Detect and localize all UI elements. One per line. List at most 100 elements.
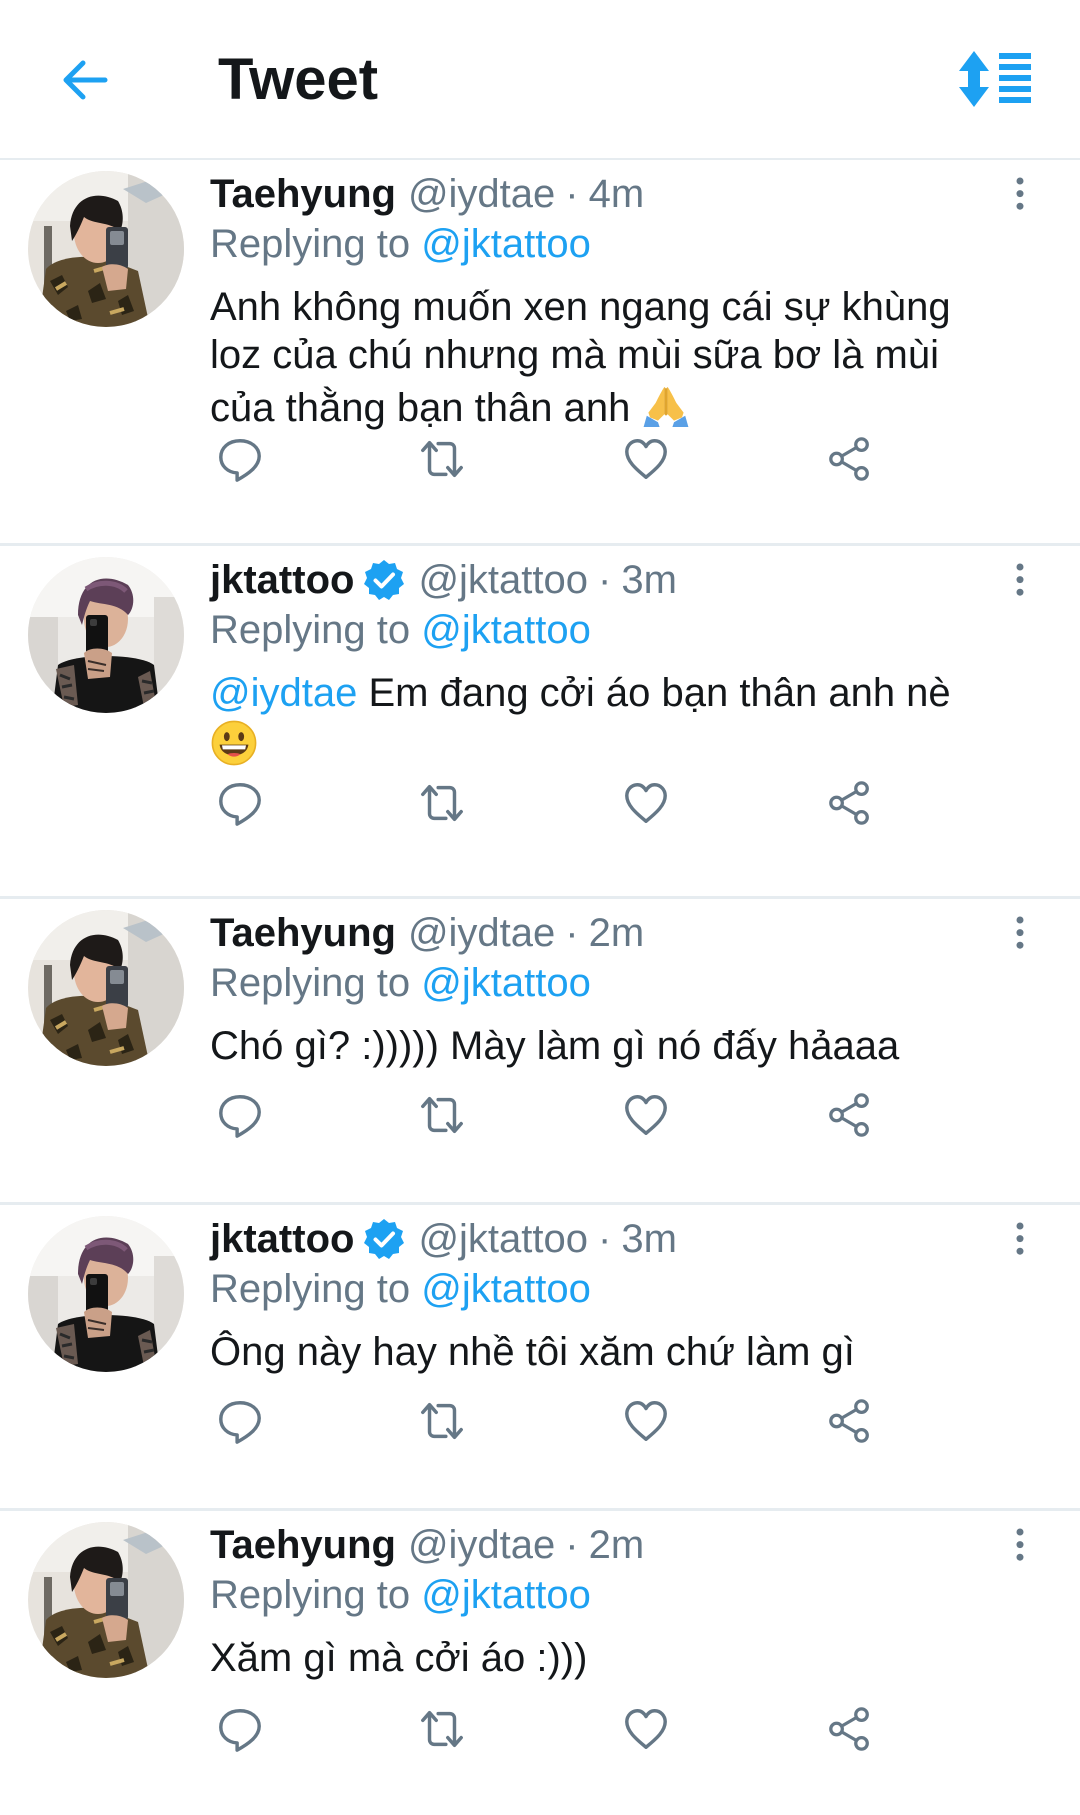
share-icon	[826, 779, 874, 827]
share-button[interactable]	[820, 773, 880, 833]
reply-button[interactable]	[210, 773, 270, 833]
like-button[interactable]	[616, 429, 676, 489]
tweet-meta: jktattoo @jktattoo · 3m	[210, 555, 990, 605]
grinning-face-emoji	[210, 719, 258, 767]
retweet-icon	[415, 779, 469, 827]
tweet-content: Taehyung @iydtae · 4m Replying to @jktat…	[210, 169, 990, 432]
share-button[interactable]	[820, 429, 880, 489]
user-handle[interactable]: @iydtae	[408, 169, 555, 219]
tweet[interactable]: Taehyung @iydtae · 4m Replying to @jktat…	[0, 160, 1080, 546]
tweet-content: Taehyung @iydtae · 2m Replying to @jktat…	[210, 1520, 990, 1682]
tweet[interactable]: jktattoo @jktattoo · 3m Replying to @jkt…	[0, 1205, 1080, 1511]
more-options-button[interactable]	[1000, 174, 1040, 244]
reply-thread: Taehyung @iydtae · 4m Replying to @jktat…	[0, 160, 1080, 1815]
share-icon	[826, 1091, 874, 1139]
tweet-text: @iydtae Em đang cởi áo bạn thân anh nè	[210, 669, 990, 772]
sort-order-button[interactable]	[950, 44, 1040, 114]
retweet-icon	[415, 435, 469, 483]
more-options-button[interactable]	[1000, 913, 1040, 983]
tweet-text-line: loz của chú nhưng mà mùi sữa bơ là mùi	[210, 333, 940, 377]
retweet-button[interactable]	[412, 1699, 472, 1759]
replying-to: Replying to @jktattoo	[210, 1570, 990, 1620]
avatar[interactable]	[28, 1522, 184, 1678]
like-icon	[621, 1705, 671, 1753]
display-name[interactable]: Taehyung	[210, 1520, 396, 1570]
replying-to-label: Replying to	[210, 1573, 411, 1617]
share-icon	[826, 1397, 874, 1445]
share-icon	[826, 1705, 874, 1753]
sort-order-icon	[959, 51, 1031, 107]
retweet-button[interactable]	[412, 1085, 472, 1145]
user-handle[interactable]: @jktattoo	[418, 1214, 588, 1264]
tweet[interactable]: Taehyung @iydtae · 2m Replying to @jktat…	[0, 1511, 1080, 1815]
reply-icon	[216, 779, 264, 827]
like-button[interactable]	[616, 1699, 676, 1759]
replying-to-label: Replying to	[210, 1267, 411, 1311]
avatar[interactable]	[28, 910, 184, 1066]
tweet-actions	[210, 1699, 910, 1759]
share-button[interactable]	[820, 1085, 880, 1145]
like-icon	[621, 435, 671, 483]
replying-to-label: Replying to	[210, 961, 411, 1005]
separator: ·	[565, 1523, 579, 1567]
display-name[interactable]: jktattoo	[210, 1214, 354, 1264]
avatar[interactable]	[28, 1216, 184, 1372]
tweet-text-content: Em đang cởi áo bạn thân anh nè	[368, 671, 951, 715]
like-icon	[621, 779, 671, 827]
avatar[interactable]	[28, 557, 184, 713]
separator: ·	[598, 1217, 612, 1261]
display-name[interactable]: Taehyung	[210, 169, 396, 219]
tweet-meta: jktattoo @jktattoo · 3m	[210, 1214, 990, 1264]
like-button[interactable]	[616, 1085, 676, 1145]
replying-to: Replying to @jktattoo	[210, 1264, 990, 1314]
more-options-button[interactable]	[1000, 1525, 1040, 1595]
avatar[interactable]	[28, 171, 184, 327]
retweet-button[interactable]	[412, 773, 472, 833]
timestamp: 4m	[588, 172, 645, 216]
reply-icon	[216, 435, 264, 483]
more-vertical-icon	[1013, 174, 1027, 216]
separator: ·	[598, 558, 612, 602]
retweet-icon	[415, 1705, 469, 1753]
tweet-meta: Taehyung @iydtae · 2m	[210, 1520, 990, 1570]
emoji-line	[210, 719, 990, 772]
tweet[interactable]: Taehyung @iydtae · 2m Replying to @jktat…	[0, 899, 1080, 1205]
reply-button[interactable]	[210, 429, 270, 489]
share-button[interactable]	[820, 1391, 880, 1451]
replying-to-link[interactable]: @jktattoo	[421, 222, 591, 266]
retweet-button[interactable]	[412, 429, 472, 489]
like-button[interactable]	[616, 773, 676, 833]
reply-button[interactable]	[210, 1699, 270, 1759]
more-options-button[interactable]	[1000, 560, 1040, 630]
like-button[interactable]	[616, 1391, 676, 1451]
display-name[interactable]: Taehyung	[210, 908, 396, 958]
tweet-content: Taehyung @iydtae · 2m Replying to @jktat…	[210, 908, 990, 1070]
reply-icon	[216, 1705, 264, 1753]
timestamp: 2m	[588, 911, 645, 955]
more-vertical-icon	[1013, 560, 1027, 602]
display-name[interactable]: jktattoo	[210, 555, 354, 605]
user-handle[interactable]: @iydtae	[408, 908, 555, 958]
more-options-button[interactable]	[1000, 1219, 1040, 1289]
page-title: Tweet	[218, 47, 379, 112]
timestamp: 2m	[588, 1523, 645, 1567]
replying-to-link[interactable]: @jktattoo	[421, 1573, 591, 1617]
avatar-image	[28, 1522, 184, 1678]
replying-to-link[interactable]: @jktattoo	[421, 608, 591, 652]
tweet-meta: Taehyung @iydtae · 2m	[210, 908, 990, 958]
share-button[interactable]	[820, 1699, 880, 1759]
reply-button[interactable]	[210, 1085, 270, 1145]
replying-to-link[interactable]: @jktattoo	[421, 961, 591, 1005]
reply-button[interactable]	[210, 1391, 270, 1451]
tweet-meta: Taehyung @iydtae · 4m	[210, 169, 990, 219]
user-handle[interactable]: @iydtae	[408, 1520, 555, 1570]
mention-link[interactable]: @iydtae	[210, 671, 357, 715]
replying-to: Replying to @jktattoo	[210, 219, 990, 269]
retweet-button[interactable]	[412, 1391, 472, 1451]
tweet-content: jktattoo @jktattoo · 3m Replying to @jkt…	[210, 1214, 990, 1376]
back-button[interactable]	[50, 48, 120, 112]
replying-to-link[interactable]: @jktattoo	[421, 1267, 591, 1311]
tweet-text-line: của thằng bạn thân anh	[210, 379, 990, 432]
user-handle[interactable]: @jktattoo	[418, 555, 588, 605]
tweet[interactable]: jktattoo @jktattoo · 3m Replying to @jkt…	[0, 546, 1080, 899]
